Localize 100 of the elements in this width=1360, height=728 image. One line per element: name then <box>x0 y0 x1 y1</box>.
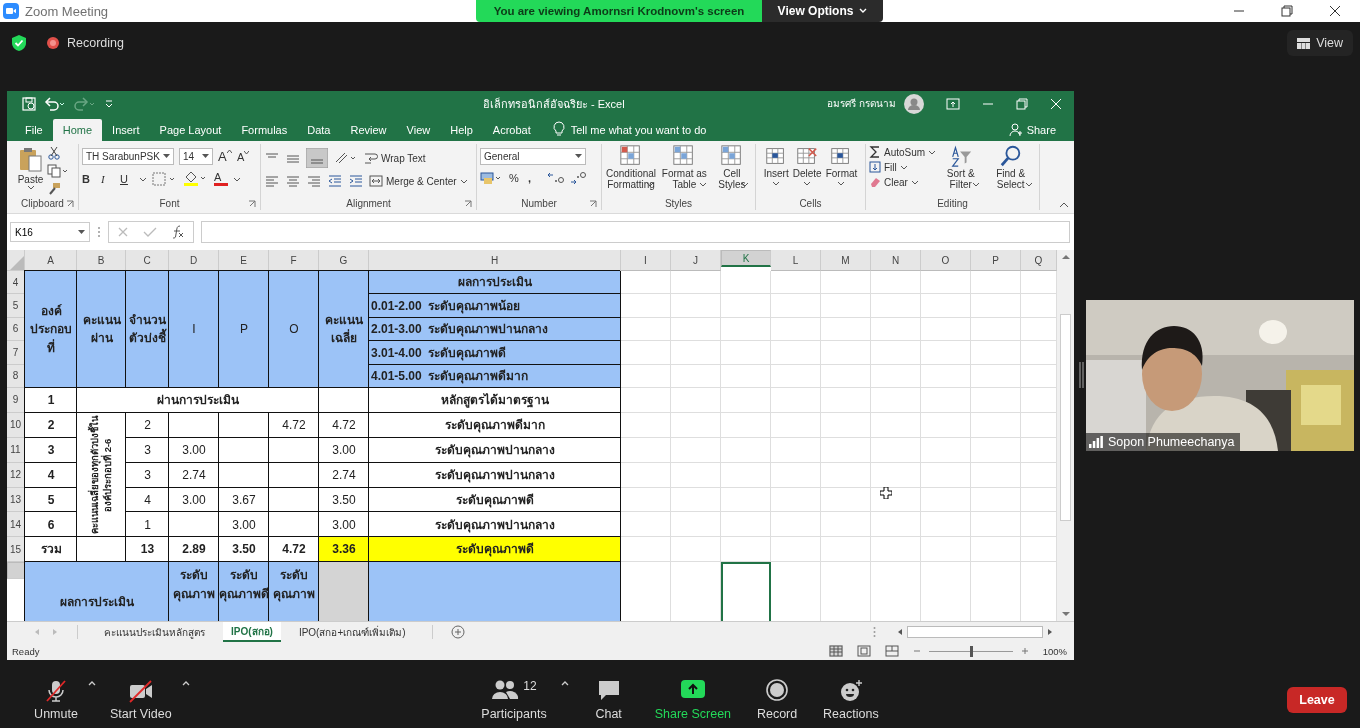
ribbon-tab[interactable]: Home <box>52 119 103 141</box>
toolbar-button[interactable]: Record <box>745 676 810 724</box>
scroll-down-icon[interactable] <box>1060 610 1071 618</box>
shield-icon[interactable] <box>11 34 27 52</box>
column-header[interactable]: E <box>219 250 269 271</box>
sheet-tab[interactable]: IPO(สกอ+เกณฑ์เพิ่มเติม) <box>290 622 414 642</box>
find-select-button[interactable]: Find & Select <box>985 144 1036 187</box>
scrollbar-thumb[interactable] <box>1060 314 1071 521</box>
column-header[interactable]: F <box>269 250 319 271</box>
row-header[interactable]: 14 <box>7 512 25 538</box>
ribbon-button[interactable]: Format as Table <box>659 144 710 187</box>
more-options-icon[interactable] <box>97 226 101 238</box>
underline-button[interactable]: U <box>120 173 134 185</box>
align-right-icon[interactable] <box>306 174 322 188</box>
column-header[interactable]: I <box>621 250 671 271</box>
dialog-launcher-icon[interactable] <box>589 199 597 208</box>
autosave-icon[interactable] <box>22 96 36 111</box>
column-header[interactable]: A <box>25 250 77 271</box>
column-header[interactable]: J <box>671 250 721 271</box>
copy-icon[interactable] <box>46 164 69 178</box>
restore-icon[interactable] <box>1016 97 1028 110</box>
ribbon-button[interactable]: Format <box>824 144 859 186</box>
clear-button[interactable]: Clear <box>869 176 937 188</box>
row-header[interactable]: 15 <box>7 537 25 563</box>
format-painter-icon[interactable] <box>46 182 61 196</box>
splitter-handle-icon[interactable] <box>873 626 876 638</box>
zoom-level[interactable]: 100% <box>1042 645 1067 657</box>
ribbon-tab[interactable]: Acrobat <box>482 119 541 141</box>
row-header[interactable]: 7 <box>7 341 25 365</box>
scroll-right-icon[interactable] <box>1046 628 1054 636</box>
caret-icon[interactable] <box>139 176 147 182</box>
ribbon-button[interactable]: Delete <box>791 144 823 186</box>
sort-filter-button[interactable]: Sort & Filter <box>938 144 984 187</box>
resize-handle[interactable] <box>1079 362 1084 388</box>
row-header[interactable]: 13 <box>7 487 25 513</box>
zoom-in-icon[interactable] <box>1020 647 1029 655</box>
fill-button[interactable]: Fill <box>869 161 937 173</box>
ribbon-tab[interactable]: Formulas <box>231 119 298 141</box>
column-header[interactable]: N <box>871 250 921 271</box>
ribbon-tab[interactable]: View <box>396 119 441 141</box>
view-button[interactable]: View <box>1287 30 1353 56</box>
row-header[interactable]: 5 <box>7 294 25 318</box>
font-size-field[interactable]: 14 <box>179 148 213 165</box>
column-header[interactable]: M <box>821 250 871 271</box>
column-header[interactable]: L <box>771 250 821 271</box>
toolbar-button[interactable]: Share Screen <box>644 676 742 724</box>
column-header[interactable]: Q <box>1021 250 1057 271</box>
merge-center-button[interactable]: Merge & Center <box>369 174 468 188</box>
row-header[interactable]: 6 <box>7 317 25 342</box>
scroll-left-icon[interactable] <box>896 628 904 636</box>
column-header[interactable]: D <box>169 250 219 271</box>
increase-decimal-icon[interactable] <box>547 171 565 185</box>
align-left-icon[interactable] <box>264 174 280 188</box>
avatar-icon[interactable] <box>904 93 924 114</box>
number-format-field[interactable]: General <box>480 148 586 165</box>
page-break-view-icon[interactable] <box>884 645 899 657</box>
ribbon-tab[interactable]: File <box>15 119 53 141</box>
column-header[interactable]: B <box>77 250 126 271</box>
customize-caret-icon[interactable] <box>104 98 114 109</box>
row-header[interactable]: 12 <box>7 462 25 488</box>
row-header[interactable]: 4 <box>7 271 25 295</box>
column-header[interactable]: P <box>971 250 1021 271</box>
restore-icon[interactable] <box>1281 5 1293 17</box>
column-header[interactable]: O <box>921 250 971 271</box>
toolbar-button[interactable]: Reactions <box>813 676 889 724</box>
scrollbar-thumb[interactable] <box>907 626 1043 638</box>
row-header[interactable]: 10 <box>7 412 25 438</box>
dialog-launcher-icon[interactable] <box>248 199 256 208</box>
sheet-tab[interactable]: IPO(สกอ) <box>223 622 281 642</box>
percent-button[interactable]: % <box>509 172 523 184</box>
toolbar-button[interactable]: 12 Participants <box>471 676 557 724</box>
row-header[interactable]: 11 <box>7 437 25 463</box>
zoom-slider-thumb[interactable] <box>969 645 973 657</box>
row-header[interactable]: 8 <box>7 364 25 388</box>
share-button[interactable]: Share <box>1008 119 1074 141</box>
comma-button[interactable]: , <box>528 172 542 184</box>
ribbon-tab[interactable]: Insert <box>102 119 150 141</box>
leave-button[interactable]: Leave <box>1287 687 1347 713</box>
column-header[interactable]: K <box>721 250 771 267</box>
increase-font-button[interactable]: A <box>218 149 232 164</box>
font-color-button[interactable]: A <box>214 172 228 186</box>
wrap-text-button[interactable]: Wrap Text <box>364 151 426 165</box>
column-header[interactable]: G <box>319 250 369 271</box>
tell-me-search[interactable]: Tell me what you want to do <box>570 119 707 141</box>
decrease-decimal-icon[interactable] <box>570 171 588 185</box>
align-center-icon[interactable] <box>285 174 301 188</box>
redo-icon[interactable] <box>74 96 96 111</box>
dialog-launcher-icon[interactable] <box>464 199 472 208</box>
toolbar-button[interactable]: Unmute <box>24 676 88 724</box>
sheet-tab[interactable]: คะแนนประเมินหลักสูตร <box>96 622 213 642</box>
dialog-launcher-icon[interactable] <box>66 199 74 208</box>
undo-icon[interactable] <box>44 96 66 111</box>
font-name-field[interactable]: TH SarabunPSK <box>82 148 174 165</box>
ribbon-tab[interactable]: Review <box>340 119 397 141</box>
column-header[interactable]: C <box>126 250 169 271</box>
add-sheet-icon[interactable] <box>450 625 465 639</box>
insert-function-icon[interactable] <box>171 225 185 239</box>
close-icon[interactable] <box>1329 5 1341 17</box>
increase-indent-icon[interactable] <box>348 174 364 188</box>
row-header[interactable]: 9 <box>7 387 25 413</box>
